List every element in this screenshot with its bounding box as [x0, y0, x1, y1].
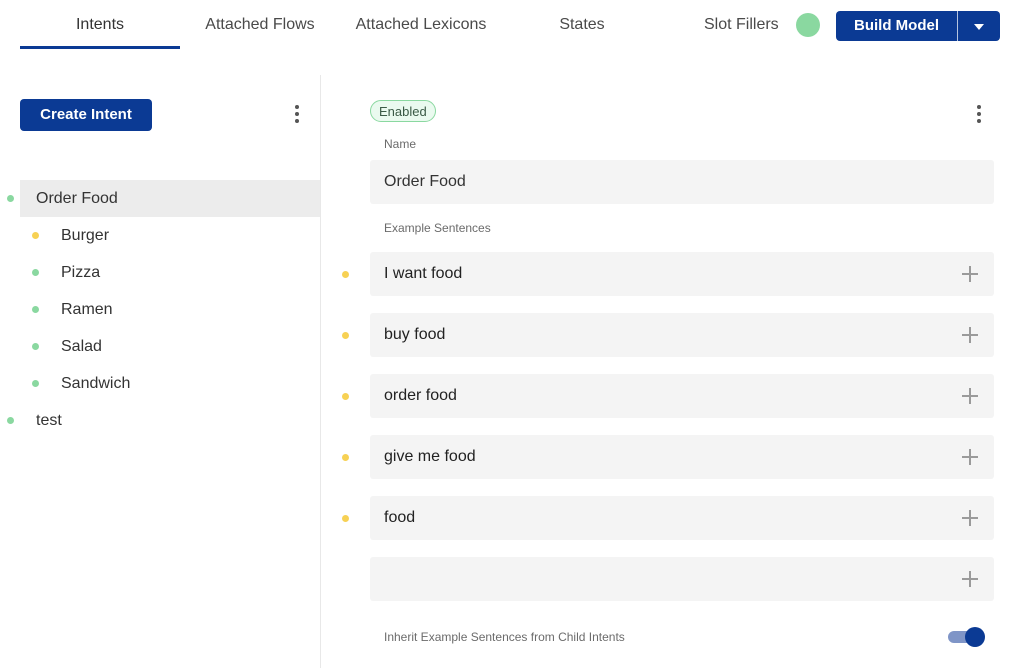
inherit-sentences-label: Inherit Example Sentences from Child Int…	[384, 630, 625, 644]
tab-attached-flows[interactable]: Attached Flows	[180, 0, 340, 49]
model-status-indicator	[796, 13, 820, 37]
example-sentence-row: food	[340, 496, 994, 540]
status-dot-yellow	[342, 454, 349, 461]
example-sentence-field[interactable]: give me food	[370, 435, 994, 479]
example-sentence-text: order food	[384, 387, 457, 404]
status-dot-yellow	[342, 271, 349, 278]
more-vertical-icon[interactable]	[287, 102, 307, 126]
status-dot-green	[32, 343, 39, 350]
example-sentence-row: order food	[340, 374, 994, 418]
toggle-knob	[965, 627, 985, 647]
plus-icon[interactable]	[962, 388, 978, 404]
plus-icon[interactable]	[962, 327, 978, 343]
intent-label: Order Food	[36, 190, 118, 207]
build-model-split-button: Build Model	[836, 11, 1000, 41]
intent-label: Burger	[61, 227, 110, 244]
status-dot-green	[32, 380, 39, 387]
caret-down-icon[interactable]	[958, 11, 1000, 41]
tab-attached-lexicons[interactable]: Attached Lexicons	[340, 0, 502, 49]
example-sentence-row: buy food	[340, 313, 994, 357]
intent-item-sandwich[interactable]: Sandwich	[20, 365, 320, 402]
intent-label: Sandwich	[61, 375, 131, 392]
example-sentence-text: give me food	[384, 448, 476, 465]
top-tab-bar: Intents Attached Flows Attached Lexicons…	[20, 0, 700, 49]
intent-label: Pizza	[61, 264, 101, 281]
intent-name-field[interactable]: Order Food	[370, 160, 994, 204]
example-sentence-text: buy food	[384, 326, 446, 343]
intent-label: Salad	[61, 338, 102, 355]
plus-icon[interactable]	[962, 510, 978, 526]
intent-item-pizza[interactable]: Pizza	[20, 254, 320, 291]
plus-icon[interactable]	[962, 266, 978, 282]
intent-label: Ramen	[61, 301, 113, 318]
example-sentence-text: I want food	[384, 265, 463, 282]
status-dot-yellow	[342, 332, 349, 339]
tab-states[interactable]: States	[502, 0, 662, 49]
status-dot-green	[32, 269, 39, 276]
status-dot-green	[7, 417, 14, 424]
status-badge: Enabled	[370, 100, 436, 122]
example-sentence-field[interactable]: buy food	[370, 313, 994, 357]
example-sentences-label: Example Sentences	[384, 221, 491, 235]
status-dot-green	[7, 195, 14, 202]
plus-icon[interactable]	[962, 571, 978, 587]
new-example-sentence-row	[340, 557, 994, 601]
plus-icon[interactable]	[962, 449, 978, 465]
more-vertical-icon[interactable]	[969, 102, 989, 126]
inherit-sentences-toggle[interactable]	[948, 627, 986, 647]
status-dot-yellow	[342, 393, 349, 400]
example-sentence-row: give me food	[340, 435, 994, 479]
intent-item-test[interactable]: test	[7, 402, 320, 439]
build-model-button[interactable]: Build Model	[836, 11, 957, 41]
slot-fillers-label[interactable]: Slot Fillers	[704, 0, 779, 49]
example-sentence-field[interactable]: I want food	[370, 252, 994, 296]
intent-item-burger[interactable]: Burger	[20, 217, 320, 254]
example-sentence-field[interactable]: order food	[370, 374, 994, 418]
create-intent-button[interactable]: Create Intent	[20, 99, 152, 131]
new-example-sentence-input[interactable]	[370, 557, 994, 601]
intent-item-order-food[interactable]: Order Food	[7, 180, 320, 217]
example-sentence-text: food	[384, 509, 416, 526]
status-dot-yellow	[342, 515, 349, 522]
name-label: Name	[384, 137, 417, 151]
tab-intents[interactable]: Intents	[20, 0, 180, 49]
intent-item-ramen[interactable]: Ramen	[20, 291, 320, 328]
status-dot-yellow	[32, 232, 39, 239]
status-dot-green	[32, 306, 39, 313]
example-sentence-field[interactable]: food	[370, 496, 994, 540]
intent-item-salad[interactable]: Salad	[20, 328, 320, 365]
example-sentence-row: I want food	[340, 252, 994, 296]
intent-label: test	[36, 412, 62, 429]
